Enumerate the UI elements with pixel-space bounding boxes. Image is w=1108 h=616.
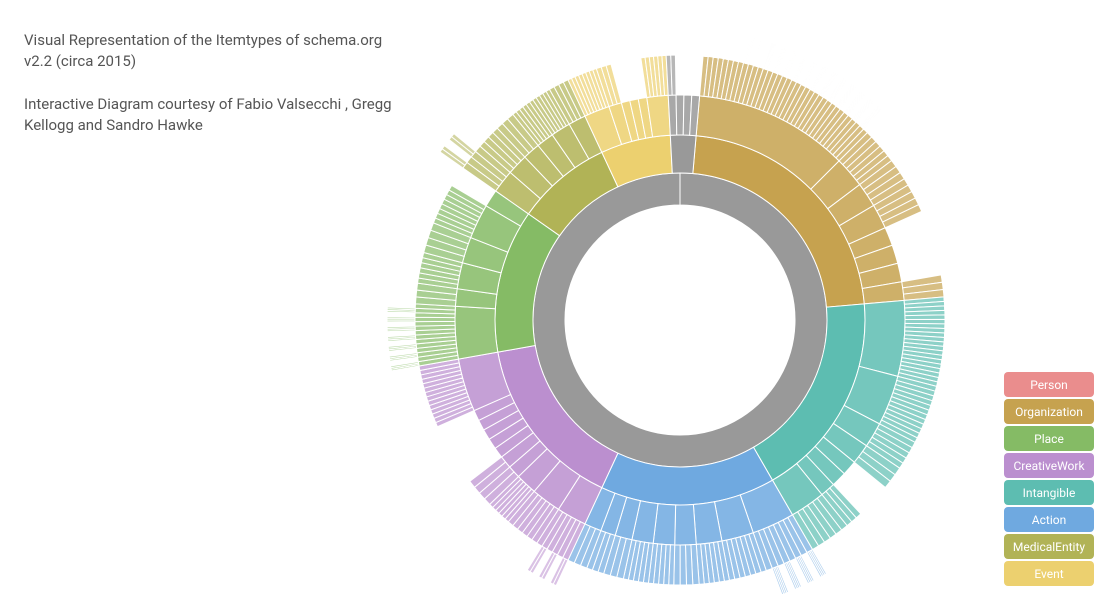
description-line-2: Interactive Diagram courtesy of Fabio Va…: [24, 94, 404, 136]
legend-item-creativework[interactable]: CreativeWork: [1004, 453, 1094, 478]
legend-item-action[interactable]: Action: [1004, 507, 1094, 532]
legend-item-organization[interactable]: Organization: [1004, 399, 1094, 424]
legend-item-medicalentity[interactable]: MedicalEntity: [1004, 534, 1094, 559]
sunburst-ring2-Sub2[interactable]: [676, 95, 684, 135]
description-block: Visual Representation of the Itemtypes o…: [24, 30, 404, 158]
legend-item-place[interactable]: Place: [1004, 426, 1094, 451]
sunburst-ring2-CivicStructure[interactable]: [455, 306, 498, 359]
sunburst-ring3-Enumeration-4[interactable]: [905, 315, 945, 320]
sunburst-chart[interactable]: [380, 10, 980, 610]
legend-item-event[interactable]: Event: [1004, 561, 1094, 586]
legend: PersonOrganizationPlaceCreativeWorkIntan…: [1004, 372, 1094, 586]
sunburst-ring3-Sub1-1[interactable]: [671, 55, 676, 95]
sunburst-ring3-MoveAction-2[interactable]: [680, 545, 686, 585]
sunburst-ring4-CivicStructure-10-2[interactable]: [387, 317, 415, 319]
legend-item-person[interactable]: Person: [1004, 372, 1094, 397]
sunburst-ring1-Person[interactable]: [670, 135, 696, 174]
legend-item-intangible[interactable]: Intangible: [1004, 480, 1094, 505]
description-line-1: Visual Representation of the Itemtypes o…: [24, 30, 404, 72]
sunburst-ring4-Enumeration-6-5[interactable]: [945, 328, 973, 330]
sunburst-ring2-MoveAction[interactable]: [675, 505, 697, 545]
sunburst-center-thing[interactable]: [533, 173, 827, 467]
sunburst-ring4-CivicStructure-8-2[interactable]: [387, 326, 415, 328]
sunburst-ring2-Enumeration[interactable]: [859, 300, 905, 376]
sunburst-ring2-Sub1[interactable]: [668, 95, 677, 135]
sunburst-ring4-Enumeration-4-5[interactable]: [945, 319, 973, 320]
